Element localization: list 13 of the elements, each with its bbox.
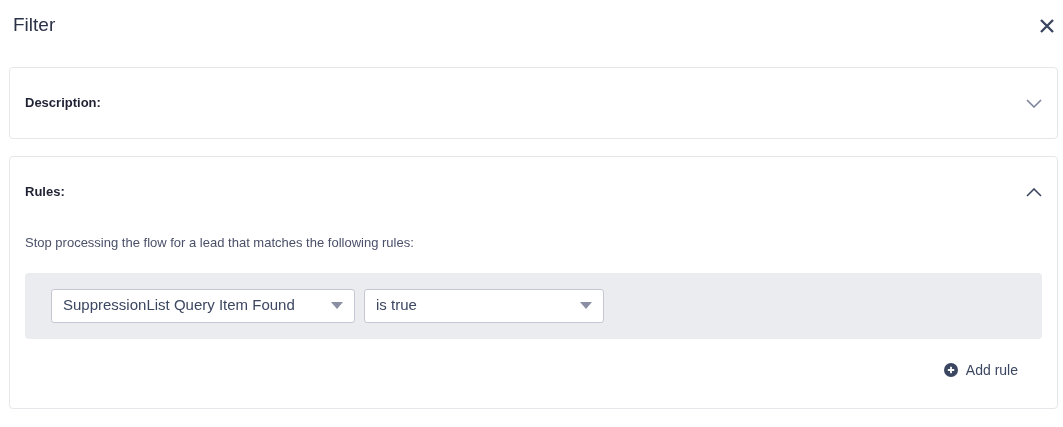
section-title: Description:: [25, 94, 101, 113]
field-select[interactable]: SuppressionList Query Item Found: [51, 288, 355, 323]
caret-icon: [580, 302, 592, 309]
caret-icon: [331, 302, 343, 309]
section-title: Rules:: [25, 183, 65, 202]
chevron-up-icon[interactable]: [1026, 187, 1042, 197]
condition-select[interactable]: is true: [364, 288, 604, 323]
dialog-title: Filter: [13, 13, 56, 38]
plus-circle-icon: [943, 363, 958, 377]
add-rule-button[interactable]: Add rule: [943, 359, 1018, 381]
rules-description: Stop processing the flow for a lead that matches the following rules:: [25, 234, 415, 252]
chevron-down-icon[interactable]: [1026, 98, 1042, 108]
close-icon[interactable]: [1040, 18, 1054, 33]
